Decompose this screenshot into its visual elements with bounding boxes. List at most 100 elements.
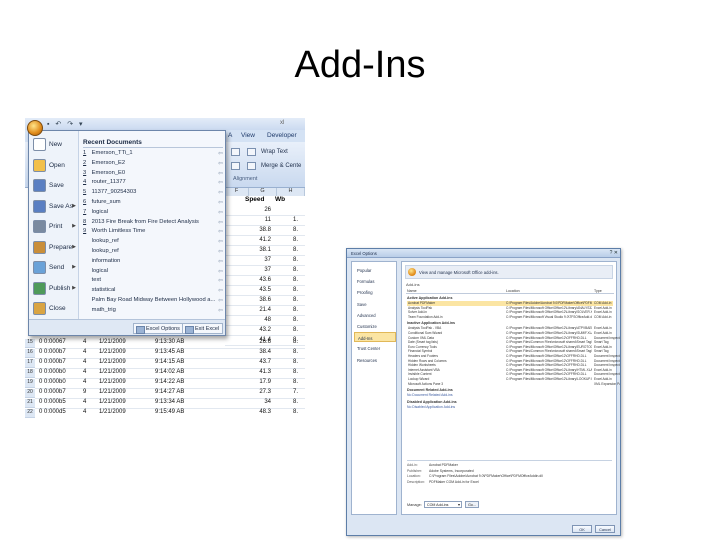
quick-access-icons[interactable]: ▪ ↶ ↷ ▾ bbox=[47, 120, 85, 128]
column-header[interactable]: F bbox=[225, 188, 249, 196]
pin-icon[interactable]: ⇦ bbox=[218, 287, 223, 294]
cell-date[interactable]: 1/21/2009 bbox=[99, 379, 126, 385]
office-menu-item[interactable]: Save bbox=[31, 176, 77, 196]
cell-id[interactable]: 0 0:00067 bbox=[39, 339, 66, 345]
cell-speed[interactable]: 38.6 bbox=[251, 297, 271, 303]
pin-icon[interactable]: ⇦ bbox=[218, 277, 223, 284]
cell-time[interactable]: 9:15:49 AB bbox=[155, 409, 184, 415]
nav-item-formulas[interactable]: Formulas bbox=[354, 276, 396, 286]
cell-time[interactable]: 9:14:22 AB bbox=[155, 379, 184, 385]
indent-icon[interactable] bbox=[231, 162, 240, 170]
recent-document[interactable]: information ⇦ bbox=[83, 258, 223, 267]
pin-icon[interactable]: ⇦ bbox=[218, 170, 223, 177]
row-number[interactable]: 20 bbox=[25, 389, 35, 398]
cell-time[interactable]: 9:14:15 AB bbox=[155, 359, 184, 365]
office-menu-item[interactable]: Save As ▶ bbox=[31, 197, 77, 217]
cell-wb[interactable]: 8. bbox=[293, 379, 298, 385]
recent-document[interactable]: lookup_ref ⇦ bbox=[83, 238, 223, 247]
office-menu-item[interactable]: New bbox=[31, 135, 77, 155]
cell-speed[interactable]: 26 bbox=[251, 207, 271, 213]
cell-id[interactable]: 0 0:000b0 bbox=[39, 369, 66, 375]
recent-document[interactable]: lookup_ref ⇦ bbox=[83, 248, 223, 257]
office-menu-item[interactable]: Close bbox=[31, 299, 77, 319]
cell-speed[interactable]: 11 bbox=[251, 217, 271, 223]
office-menu-item[interactable]: Prepare ▶ bbox=[31, 238, 77, 258]
cell-id[interactable]: 0 0:000b7 bbox=[39, 389, 66, 395]
cell-speed[interactable]: 38.4 bbox=[251, 349, 271, 355]
cell-count[interactable]: 4 bbox=[83, 369, 86, 375]
cell-speed[interactable]: 21.4 bbox=[251, 307, 271, 313]
cell-date[interactable]: 1/21/2009 bbox=[99, 399, 126, 405]
pin-icon[interactable]: ⇦ bbox=[218, 268, 223, 275]
cell-date[interactable]: 1/21/2009 bbox=[99, 389, 126, 395]
row-number[interactable]: 15 bbox=[25, 339, 35, 348]
cell-id[interactable]: 0 0:000b7 bbox=[39, 359, 66, 365]
cell-wb[interactable]: 8. bbox=[293, 369, 298, 375]
wrap-text-button[interactable]: Wrap Text bbox=[261, 149, 288, 155]
cell-wb[interactable]: 8. bbox=[293, 277, 298, 283]
cell-wb[interactable]: 8. bbox=[293, 257, 298, 263]
recent-document[interactable]: 1 Emerson_TTi_1 ⇦ bbox=[83, 150, 223, 159]
nav-item-proofing[interactable]: Proofing bbox=[354, 287, 396, 297]
row-number[interactable]: 17 bbox=[25, 359, 35, 368]
cell-time[interactable]: 9:14:02 AB bbox=[155, 369, 184, 375]
cell-count[interactable]: 9 bbox=[83, 389, 86, 395]
pin-icon[interactable]: ⇦ bbox=[218, 238, 223, 245]
recent-document[interactable]: 9 Worth Limitless Time ⇦ bbox=[83, 228, 223, 237]
office-menu-item[interactable]: Open bbox=[31, 156, 77, 176]
nav-item-resources[interactable]: Resources bbox=[354, 355, 396, 365]
manage-select[interactable]: COM Add-ins bbox=[424, 501, 462, 508]
cell-wb[interactable]: 8. bbox=[293, 359, 298, 365]
nav-item-popular[interactable]: Popular bbox=[354, 265, 396, 275]
cell-date[interactable]: 1/21/2009 bbox=[99, 349, 126, 355]
cell-wb[interactable]: 8. bbox=[293, 317, 298, 323]
ribbon-tab[interactable]: A bbox=[228, 132, 232, 139]
row-number[interactable]: 22 bbox=[25, 409, 35, 418]
office-menu-item[interactable]: Send ▶ bbox=[31, 258, 77, 278]
align-icon[interactable] bbox=[231, 148, 240, 156]
ribbon-tab-view[interactable]: View bbox=[241, 132, 255, 139]
add-in-row[interactable]: Team Foundation Add-in C:\Program Files\M… bbox=[407, 315, 613, 319]
cell-time[interactable]: 9:14:27 AB bbox=[155, 389, 184, 395]
pin-icon[interactable]: ⇦ bbox=[218, 150, 223, 157]
cell-count[interactable]: 4 bbox=[83, 379, 86, 385]
cell-id[interactable]: 0 0:000b7 bbox=[39, 349, 66, 355]
recent-document[interactable]: 4 router_11377 ⇦ bbox=[83, 179, 223, 188]
cancel-button[interactable]: Cancel bbox=[595, 525, 615, 533]
recent-document[interactable]: math_trig ⇦ bbox=[83, 307, 223, 316]
cell-wb[interactable]: 8. bbox=[293, 327, 298, 333]
cell-speed[interactable]: 43.2 bbox=[251, 327, 271, 333]
recent-document[interactable]: text ⇦ bbox=[83, 277, 223, 286]
recent-document[interactable]: Palm Bay Road Midway Between Hollywood a… bbox=[83, 297, 223, 306]
cell-speed[interactable]: 26.6 bbox=[251, 339, 271, 345]
recent-document[interactable]: 6 future_sum ⇦ bbox=[83, 199, 223, 208]
office-menu-item[interactable]: Print ▶ bbox=[31, 217, 77, 237]
exit-excel-button[interactable]: Exit Excel bbox=[182, 323, 224, 334]
row-number[interactable]: 19 bbox=[25, 379, 35, 388]
cell-count[interactable]: 4 bbox=[83, 349, 86, 355]
cell-date[interactable]: 1/21/2009 bbox=[99, 359, 126, 365]
cell-id[interactable]: 0 0:000d5 bbox=[39, 409, 66, 415]
nav-item-customize[interactable]: Customize bbox=[354, 321, 396, 331]
cell-wb[interactable]: 8. bbox=[293, 339, 298, 345]
cell-speed[interactable]: 41.3 bbox=[251, 369, 271, 375]
column-header[interactable]: H bbox=[277, 188, 305, 196]
pin-icon[interactable]: ⇦ bbox=[218, 189, 223, 196]
col-location-header[interactable]: Location bbox=[506, 289, 520, 293]
col-type-header[interactable]: Type bbox=[594, 289, 602, 293]
cell-date[interactable]: 1/21/2009 bbox=[99, 339, 126, 345]
recent-document[interactable]: 3 Emerson_E0 ⇦ bbox=[83, 170, 223, 179]
cell-speed[interactable]: 27.3 bbox=[251, 389, 271, 395]
cell-wb[interactable]: 8. bbox=[293, 297, 298, 303]
add-in-row[interactable]: Microsoft Actions Pane 3 XML Expansion Pa… bbox=[407, 382, 620, 386]
cell-speed[interactable]: 43.5 bbox=[251, 287, 271, 293]
cell-speed[interactable]: 37 bbox=[251, 257, 271, 263]
cell-speed[interactable]: 43.6 bbox=[251, 277, 271, 283]
nav-item-trust-center[interactable]: Trust Center bbox=[354, 343, 396, 353]
nav-item-advanced[interactable]: Advanced bbox=[354, 310, 396, 320]
recent-document[interactable]: statistical ⇦ bbox=[83, 287, 223, 296]
office-button[interactable] bbox=[27, 120, 43, 136]
cell-wb[interactable]: 8. bbox=[293, 409, 298, 415]
recent-document[interactable]: 7 logical ⇦ bbox=[83, 209, 223, 218]
office-menu-item[interactable]: Publish ▶ bbox=[31, 279, 77, 299]
